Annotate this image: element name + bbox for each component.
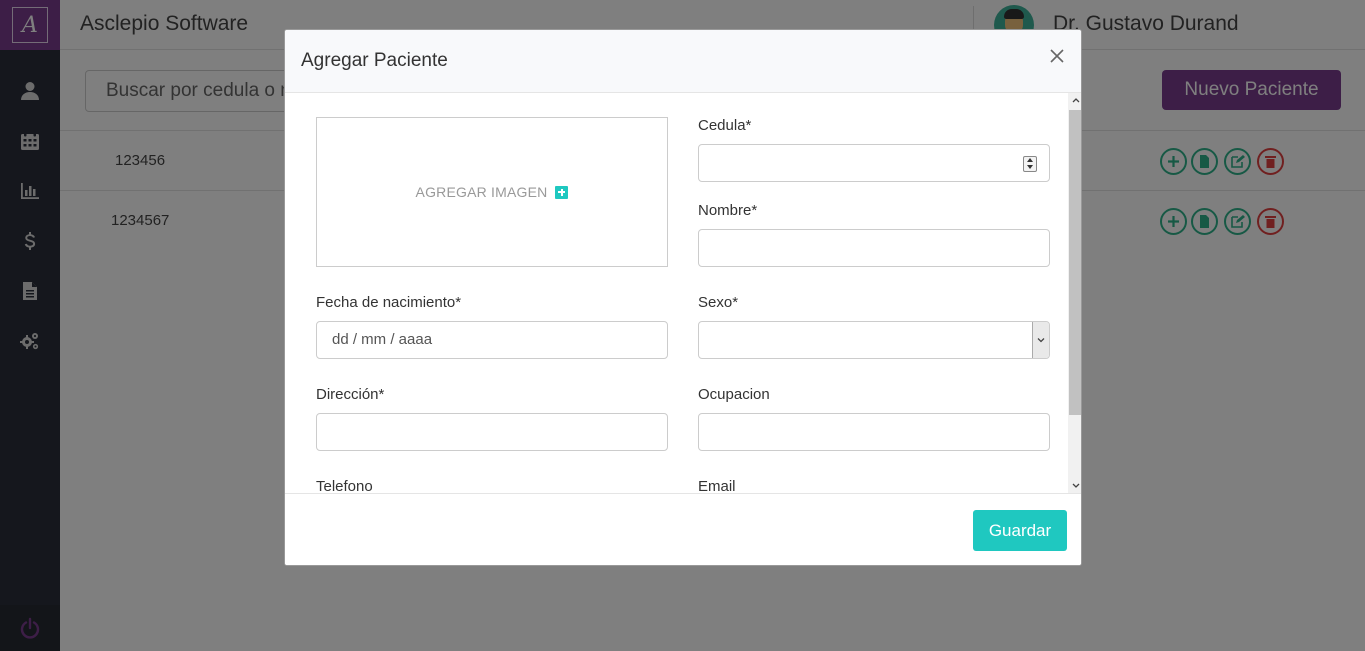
scroll-thumb[interactable]: [1069, 110, 1081, 415]
date-placeholder: dd / mm / aaaa: [332, 331, 433, 348]
ocupacion-label: Ocupacion: [698, 386, 770, 403]
cedula-field[interactable]: [698, 144, 1050, 182]
sexo-select[interactable]: [698, 321, 1050, 359]
chevron-down-icon: [1032, 322, 1049, 358]
sexo-label: Sexo*: [698, 294, 739, 311]
telefono-label: Telefono: [316, 478, 373, 493]
close-button[interactable]: [1049, 48, 1069, 68]
nombre-field[interactable]: [698, 229, 1050, 267]
cedula-label: Cedula*: [698, 117, 752, 134]
direccion-label: Dirección*: [316, 386, 385, 403]
number-spinner[interactable]: [1023, 156, 1037, 172]
birthdate-field[interactable]: dd / mm / aaaa: [316, 321, 668, 359]
modal-scrollbar[interactable]: [1068, 93, 1081, 493]
ocupacion-field[interactable]: [698, 413, 1050, 451]
nombre-label: Nombre*: [698, 202, 758, 219]
modal-header: Agregar Paciente: [285, 30, 1081, 93]
modal-title: Agregar Paciente: [301, 50, 448, 71]
add-patient-modal: Agregar Paciente AGREGAR IMAGEN Cedula* …: [284, 29, 1082, 566]
modal-body: AGREGAR IMAGEN Cedula* Nombre* Fecha de …: [285, 93, 1068, 493]
scroll-down-icon[interactable]: [1068, 478, 1081, 493]
direccion-field[interactable]: [316, 413, 668, 451]
scroll-up-icon[interactable]: [1068, 93, 1081, 108]
plus-square-icon: [555, 185, 569, 199]
birthdate-label: Fecha de nacimiento*: [316, 294, 462, 311]
add-image-label: AGREGAR IMAGEN: [415, 184, 548, 200]
close-icon: [1050, 49, 1064, 63]
modal-footer: Guardar: [285, 493, 1081, 565]
save-button[interactable]: Guardar: [973, 510, 1067, 551]
add-image-button[interactable]: AGREGAR IMAGEN: [316, 117, 668, 267]
email-label: Email: [698, 478, 736, 493]
